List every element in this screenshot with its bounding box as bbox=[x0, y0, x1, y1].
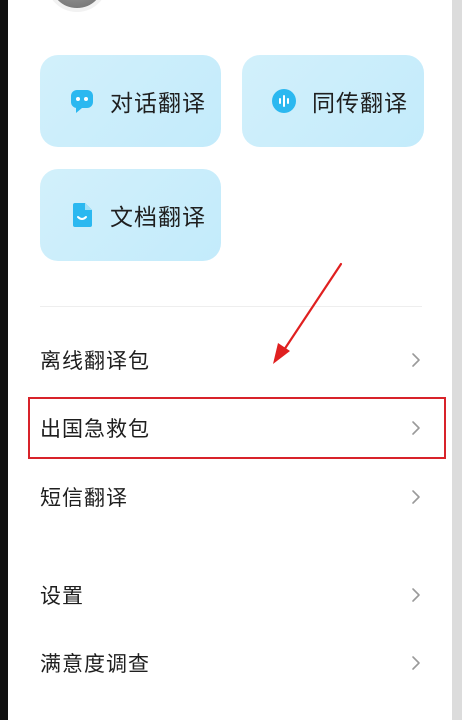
menu-item-settings[interactable]: 设置 bbox=[28, 565, 446, 625]
section-divider bbox=[40, 306, 422, 307]
menu-item-label: 短信翻译 bbox=[40, 486, 128, 510]
conversation-translate-label: 对话翻译 bbox=[110, 91, 206, 117]
document-translate-button[interactable]: 文档翻译 bbox=[40, 169, 221, 261]
conversation-translate-button[interactable]: 对话翻译 bbox=[40, 55, 221, 147]
chevron-right-icon bbox=[412, 588, 420, 602]
menu-item-satisfaction-survey[interactable]: 满意度调查 bbox=[28, 633, 446, 693]
highlight-box bbox=[28, 397, 446, 459]
menu-item-label: 离线翻译包 bbox=[40, 349, 150, 373]
document-translate-label: 文档翻译 bbox=[110, 205, 206, 231]
menu-item-sms-translate[interactable]: 短信翻译 bbox=[28, 467, 446, 527]
simultaneous-translate-button[interactable]: 同传翻译 bbox=[242, 55, 424, 147]
menu-item-label: 满意度调查 bbox=[40, 652, 150, 676]
chevron-right-icon bbox=[412, 490, 420, 504]
menu-item-label: 设置 bbox=[40, 584, 84, 608]
chevron-right-icon bbox=[412, 353, 420, 367]
screen-frame-right bbox=[452, 0, 462, 720]
chat-bubble-icon bbox=[68, 87, 96, 115]
screen-frame-left bbox=[0, 0, 8, 720]
audio-wave-icon bbox=[270, 87, 298, 115]
document-icon bbox=[68, 201, 96, 229]
avatar[interactable] bbox=[46, 0, 108, 12]
menu-item-offline-package[interactable]: 离线翻译包 bbox=[28, 330, 446, 390]
chevron-right-icon bbox=[412, 656, 420, 670]
simultaneous-translate-label: 同传翻译 bbox=[312, 91, 408, 117]
